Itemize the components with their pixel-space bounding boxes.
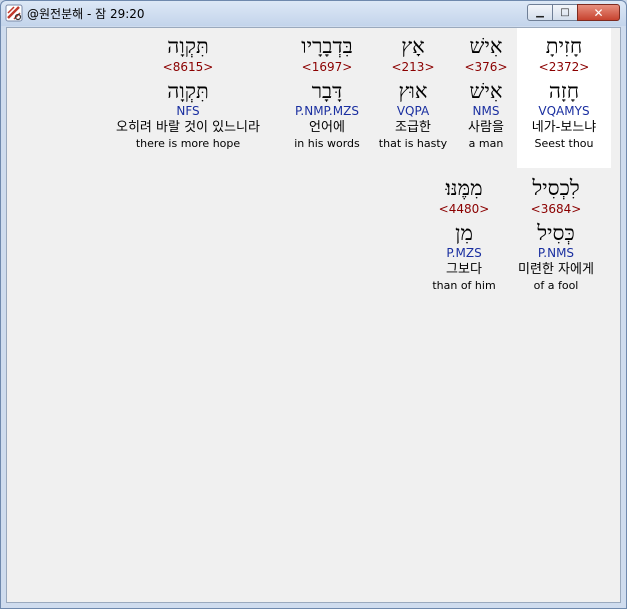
english-gloss: there is more hope bbox=[135, 137, 241, 150]
minimize-button[interactable]: ▁ bbox=[527, 4, 553, 21]
strong-number[interactable]: <376> bbox=[447, 60, 525, 74]
strong-number[interactable]: <2372> bbox=[517, 60, 611, 74]
english-gloss: a man bbox=[468, 137, 504, 150]
strong-number[interactable]: <213> bbox=[369, 60, 457, 74]
hebrew-word: לִכְסִיל bbox=[532, 176, 580, 200]
interlinear-panel: חָזִיתָ <2372> חָזָה VQAMYS 네가-보느냐 Seest… bbox=[6, 27, 621, 603]
parse-code: VQPA bbox=[396, 104, 430, 118]
korean-gloss: 조급한 bbox=[395, 120, 431, 135]
english-gloss: of a fool bbox=[533, 279, 579, 292]
hebrew-word: אָץ bbox=[401, 34, 425, 58]
window-controls: ▁ □ ✕ bbox=[527, 4, 620, 22]
korean-gloss: 언어에 bbox=[309, 120, 345, 135]
word-cell[interactable]: אִישׁ <376> אִישׁ NMS 사람을 a man bbox=[447, 28, 525, 150]
window-title: @원전분해 - 잠 29:20 bbox=[27, 7, 145, 21]
korean-gloss: 오히려 바랄 것이 있느니라 bbox=[116, 120, 260, 135]
word-cell[interactable]: בִּדְבָרָיו <1697> דָּבָר P.NMP.MZS 언어에 … bbox=[279, 28, 375, 150]
hebrew-word: תִּקְוָה bbox=[167, 34, 209, 58]
strong-number[interactable]: <4480> bbox=[421, 202, 507, 216]
strong-number[interactable]: <8615> bbox=[95, 60, 281, 74]
parse-code: P.NMS bbox=[537, 246, 575, 260]
hebrew-word: בִּדְבָרָיו bbox=[301, 34, 353, 58]
hebrew-lemma: אוּץ bbox=[398, 79, 428, 103]
parse-code: P.NMP.MZS bbox=[295, 104, 359, 118]
hebrew-lemma: חָזָה bbox=[548, 79, 580, 103]
parse-code: P.MZS bbox=[446, 246, 482, 260]
parse-code: VQAMYS bbox=[538, 104, 590, 118]
hebrew-lemma: אִישׁ bbox=[469, 79, 503, 103]
english-gloss: in his words bbox=[294, 137, 360, 150]
english-gloss: than of him bbox=[432, 279, 496, 292]
word-cell[interactable]: לִכְסִיל <3684> כְּסִיל P.NMS 미련한 자에게 of… bbox=[503, 170, 609, 292]
hebrew-lemma: תִּקְוָה bbox=[167, 79, 209, 103]
parse-code: NMS bbox=[472, 104, 500, 118]
english-gloss: Seest thou bbox=[534, 137, 594, 150]
word-cell[interactable]: אָץ <213> אוּץ VQPA 조급한 that is hasty bbox=[369, 28, 457, 150]
hebrew-word: מִמֶּנּוּ׃ bbox=[445, 176, 483, 200]
strong-number[interactable]: <3684> bbox=[503, 202, 609, 216]
app-logo-icon[interactable] bbox=[5, 4, 23, 22]
app-window: @원전분해 - 잠 29:20 ▁ □ ✕ חָזִיתָ <2372> חָז… bbox=[0, 0, 627, 609]
hebrew-word: אִישׁ bbox=[469, 34, 503, 58]
english-gloss: that is hasty bbox=[378, 137, 448, 150]
korean-gloss: 미련한 자에게 bbox=[518, 262, 594, 277]
hebrew-lemma: מִן bbox=[455, 221, 473, 245]
strong-number[interactable]: <1697> bbox=[279, 60, 375, 74]
korean-gloss: 그보다 bbox=[446, 262, 482, 277]
korean-gloss: 네가-보느냐 bbox=[531, 120, 597, 135]
close-button[interactable]: ✕ bbox=[577, 4, 620, 21]
word-cell-selected[interactable]: חָזִיתָ <2372> חָזָה VQAMYS 네가-보느냐 Seest… bbox=[517, 28, 611, 168]
hebrew-word: חָזִיתָ bbox=[545, 34, 583, 58]
parse-code: NFS bbox=[176, 104, 200, 118]
word-cell[interactable]: מִמֶּנּוּ׃ <4480> מִן P.MZS 그보다 than of … bbox=[421, 170, 507, 292]
word-cell[interactable]: תִּקְוָה <8615> תִּקְוָה NFS 오히려 바랄 것이 있… bbox=[95, 28, 281, 150]
korean-gloss: 사람을 bbox=[468, 120, 504, 135]
hebrew-lemma: דָּבָר bbox=[311, 79, 343, 103]
maximize-button[interactable]: □ bbox=[552, 4, 578, 21]
hebrew-lemma: כְּסִיל bbox=[537, 221, 575, 245]
title-bar[interactable]: @원전분해 - 잠 29:20 ▁ □ ✕ bbox=[1, 1, 626, 26]
